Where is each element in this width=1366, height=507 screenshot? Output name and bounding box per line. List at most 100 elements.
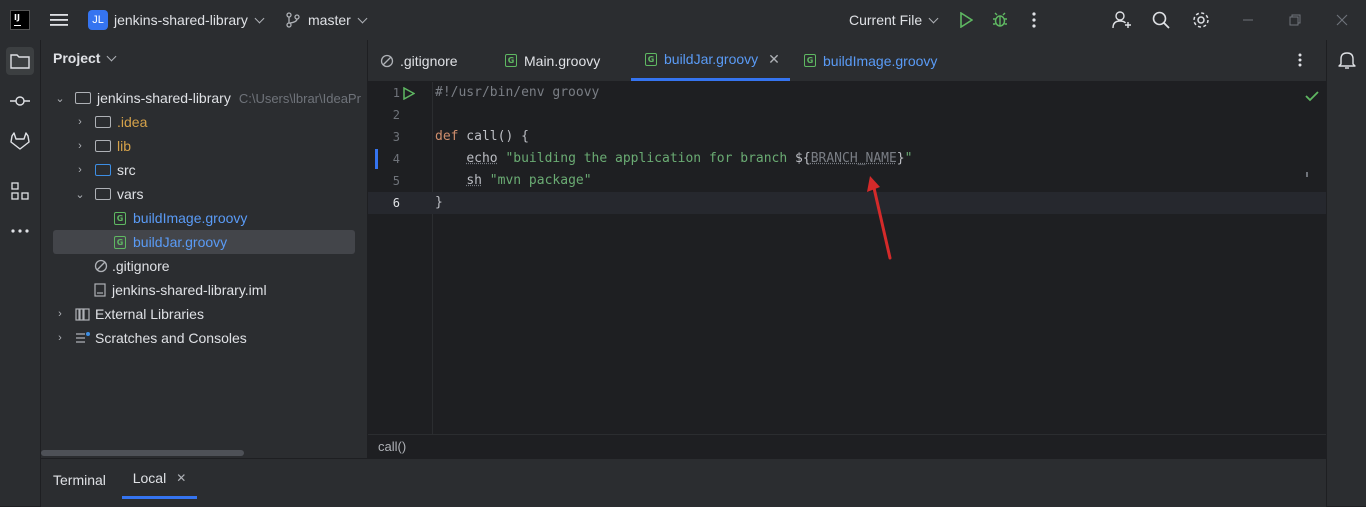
tree-item-label: vars [117, 186, 144, 202]
close-window-icon[interactable] [1330, 8, 1354, 32]
line-number: 4 [392, 152, 400, 166]
run-config-label: Current File [849, 12, 923, 28]
tab-buildjar-groovy[interactable]: G buildJar.groovy ✕ [631, 40, 790, 81]
tree-item-label: src [117, 162, 136, 178]
collapsed-arrow-icon: › [78, 116, 82, 128]
notifications-bell-icon[interactable] [1338, 50, 1356, 75]
tree-item-scratches[interactable]: › Scratches and Consoles [55, 326, 247, 350]
horizontal-scrollbar[interactable] [41, 450, 244, 456]
no-problems-check-icon[interactable] [1305, 89, 1319, 107]
tree-item-buildjar[interactable]: G buildJar.groovy [114, 230, 227, 254]
code-text: call() { [458, 129, 529, 144]
groovy-file-icon: G [645, 52, 657, 66]
run-configuration-selector[interactable]: Current File [849, 0, 939, 40]
commit-icon[interactable] [6, 87, 34, 115]
more-actions-icon[interactable] [1022, 8, 1046, 32]
more-tabs-icon[interactable] [1298, 53, 1302, 72]
tree-item-label: buildImage.groovy [133, 210, 248, 226]
tree-item-lib[interactable]: › lib [75, 134, 131, 158]
collapsed-arrow-icon: › [78, 140, 82, 152]
restore-window-icon[interactable] [1283, 8, 1307, 32]
settings-gear-icon[interactable] [1189, 8, 1213, 32]
tree-item-label: .gitignore [112, 258, 170, 274]
tree-item-idea[interactable]: › .idea [75, 110, 147, 134]
tree-item-gitignore[interactable]: .gitignore [94, 254, 170, 278]
current-line-highlight [368, 192, 1326, 214]
tree-item-src[interactable]: › src [75, 158, 136, 182]
folder-icon [95, 116, 111, 128]
code-keyword: def [435, 129, 459, 144]
ignore-file-icon [380, 54, 394, 67]
library-icon [75, 308, 90, 321]
code-string: "mvn package" [489, 173, 592, 188]
tree-item-label: Scratches and Consoles [95, 330, 247, 346]
tree-item-vars[interactable]: ⌄ vars [75, 182, 143, 206]
code-line-5[interactable]: sh "mvn package" [435, 170, 592, 192]
breadcrumb-bar: call() [368, 434, 1326, 459]
close-tab-icon[interactable]: ✕ [768, 51, 780, 68]
branch-selector[interactable]: master [286, 0, 368, 40]
gitlab-icon[interactable] [6, 127, 34, 155]
tree-item-buildimage[interactable]: G buildImage.groovy [114, 206, 247, 230]
line-number: 6 [392, 196, 400, 210]
module-folder-icon [75, 92, 91, 104]
expand-arrow-icon: ⌄ [75, 188, 85, 201]
groovy-file-icon: G [114, 235, 126, 249]
tree-item-external-libraries[interactable]: › External Libraries [55, 302, 204, 326]
minimize-icon[interactable] [1236, 8, 1260, 32]
add-user-icon[interactable] [1110, 8, 1134, 32]
search-icon[interactable] [1149, 8, 1173, 32]
git-branch-icon [286, 12, 300, 28]
tree-item-label: External Libraries [95, 306, 204, 322]
breadcrumb[interactable]: call() [378, 439, 406, 454]
branch-name: master [308, 12, 351, 28]
tab-label: buildImage.groovy [823, 52, 938, 69]
gutter-divider [432, 82, 433, 434]
collapsed-arrow-icon: › [78, 164, 82, 176]
more-tool-windows-icon[interactable] [6, 217, 34, 245]
folder-icon [95, 188, 111, 200]
chevron-down-icon [928, 13, 939, 23]
tab-gitignore[interactable]: .gitignore [380, 40, 458, 81]
code-interp-close: } [896, 151, 905, 166]
intellij-logo-icon[interactable]: IJ [8, 8, 32, 32]
tab-main-groovy[interactable]: G Main.groovy [505, 40, 600, 81]
code-line-4[interactable]: echo "building the application for branc… [435, 148, 912, 170]
terminal-tab-local[interactable]: Local ✕ [122, 459, 197, 499]
structure-icon[interactable] [6, 177, 34, 205]
run-gutter-icon[interactable] [403, 86, 416, 105]
collapsed-arrow-icon: › [58, 332, 62, 344]
code-line-3[interactable]: def call() { [435, 126, 529, 148]
project-view-selector[interactable]: Project [53, 50, 117, 66]
text-file-icon [94, 283, 106, 297]
tree-item-label: buildJar.groovy [133, 234, 228, 250]
debug-icon[interactable] [988, 8, 1012, 32]
project-avatar: JL [88, 10, 108, 30]
tab-buildimage-groovy[interactable]: G buildImage.groovy [804, 40, 937, 81]
code-interp-open: ${ [795, 151, 811, 166]
tree-item-iml[interactable]: jenkins-shared-library.iml [94, 278, 267, 302]
code-line-1[interactable]: #!/usr/bin/env groovy [435, 82, 599, 104]
close-tab-icon[interactable]: ✕ [176, 471, 186, 485]
code-command: echo [466, 151, 498, 166]
collapsed-arrow-icon: › [58, 308, 62, 320]
tree-item-root[interactable]: ⌄ jenkins-shared-library C:\Users\lbrar\… [55, 86, 361, 110]
project-folder-icon[interactable] [6, 47, 34, 75]
tab-label: .gitignore [400, 52, 458, 69]
title-bar: IJ JL jenkins-shared-library master Curr… [0, 0, 1366, 41]
code-variable: BRANCH_NAME [810, 151, 897, 166]
line-number: 5 [392, 174, 400, 188]
project-name: jenkins-shared-library [114, 12, 248, 28]
root-folder-path: C:\Users\lbrar\IdeaPr [238, 90, 361, 106]
ignore-file-icon [94, 259, 108, 273]
run-icon[interactable] [954, 8, 978, 32]
tree-item-label: lib [117, 138, 132, 154]
source-folder-icon [95, 164, 111, 176]
main-menu-icon[interactable] [47, 8, 71, 32]
tab-label: buildJar.groovy [664, 51, 759, 67]
code-string: "building the application for branch [505, 151, 796, 166]
tree-item-label: .idea [117, 114, 148, 130]
code-string: " [904, 151, 913, 166]
code-line-6[interactable]: } [435, 192, 443, 214]
project-selector[interactable]: JL jenkins-shared-library [88, 0, 265, 40]
